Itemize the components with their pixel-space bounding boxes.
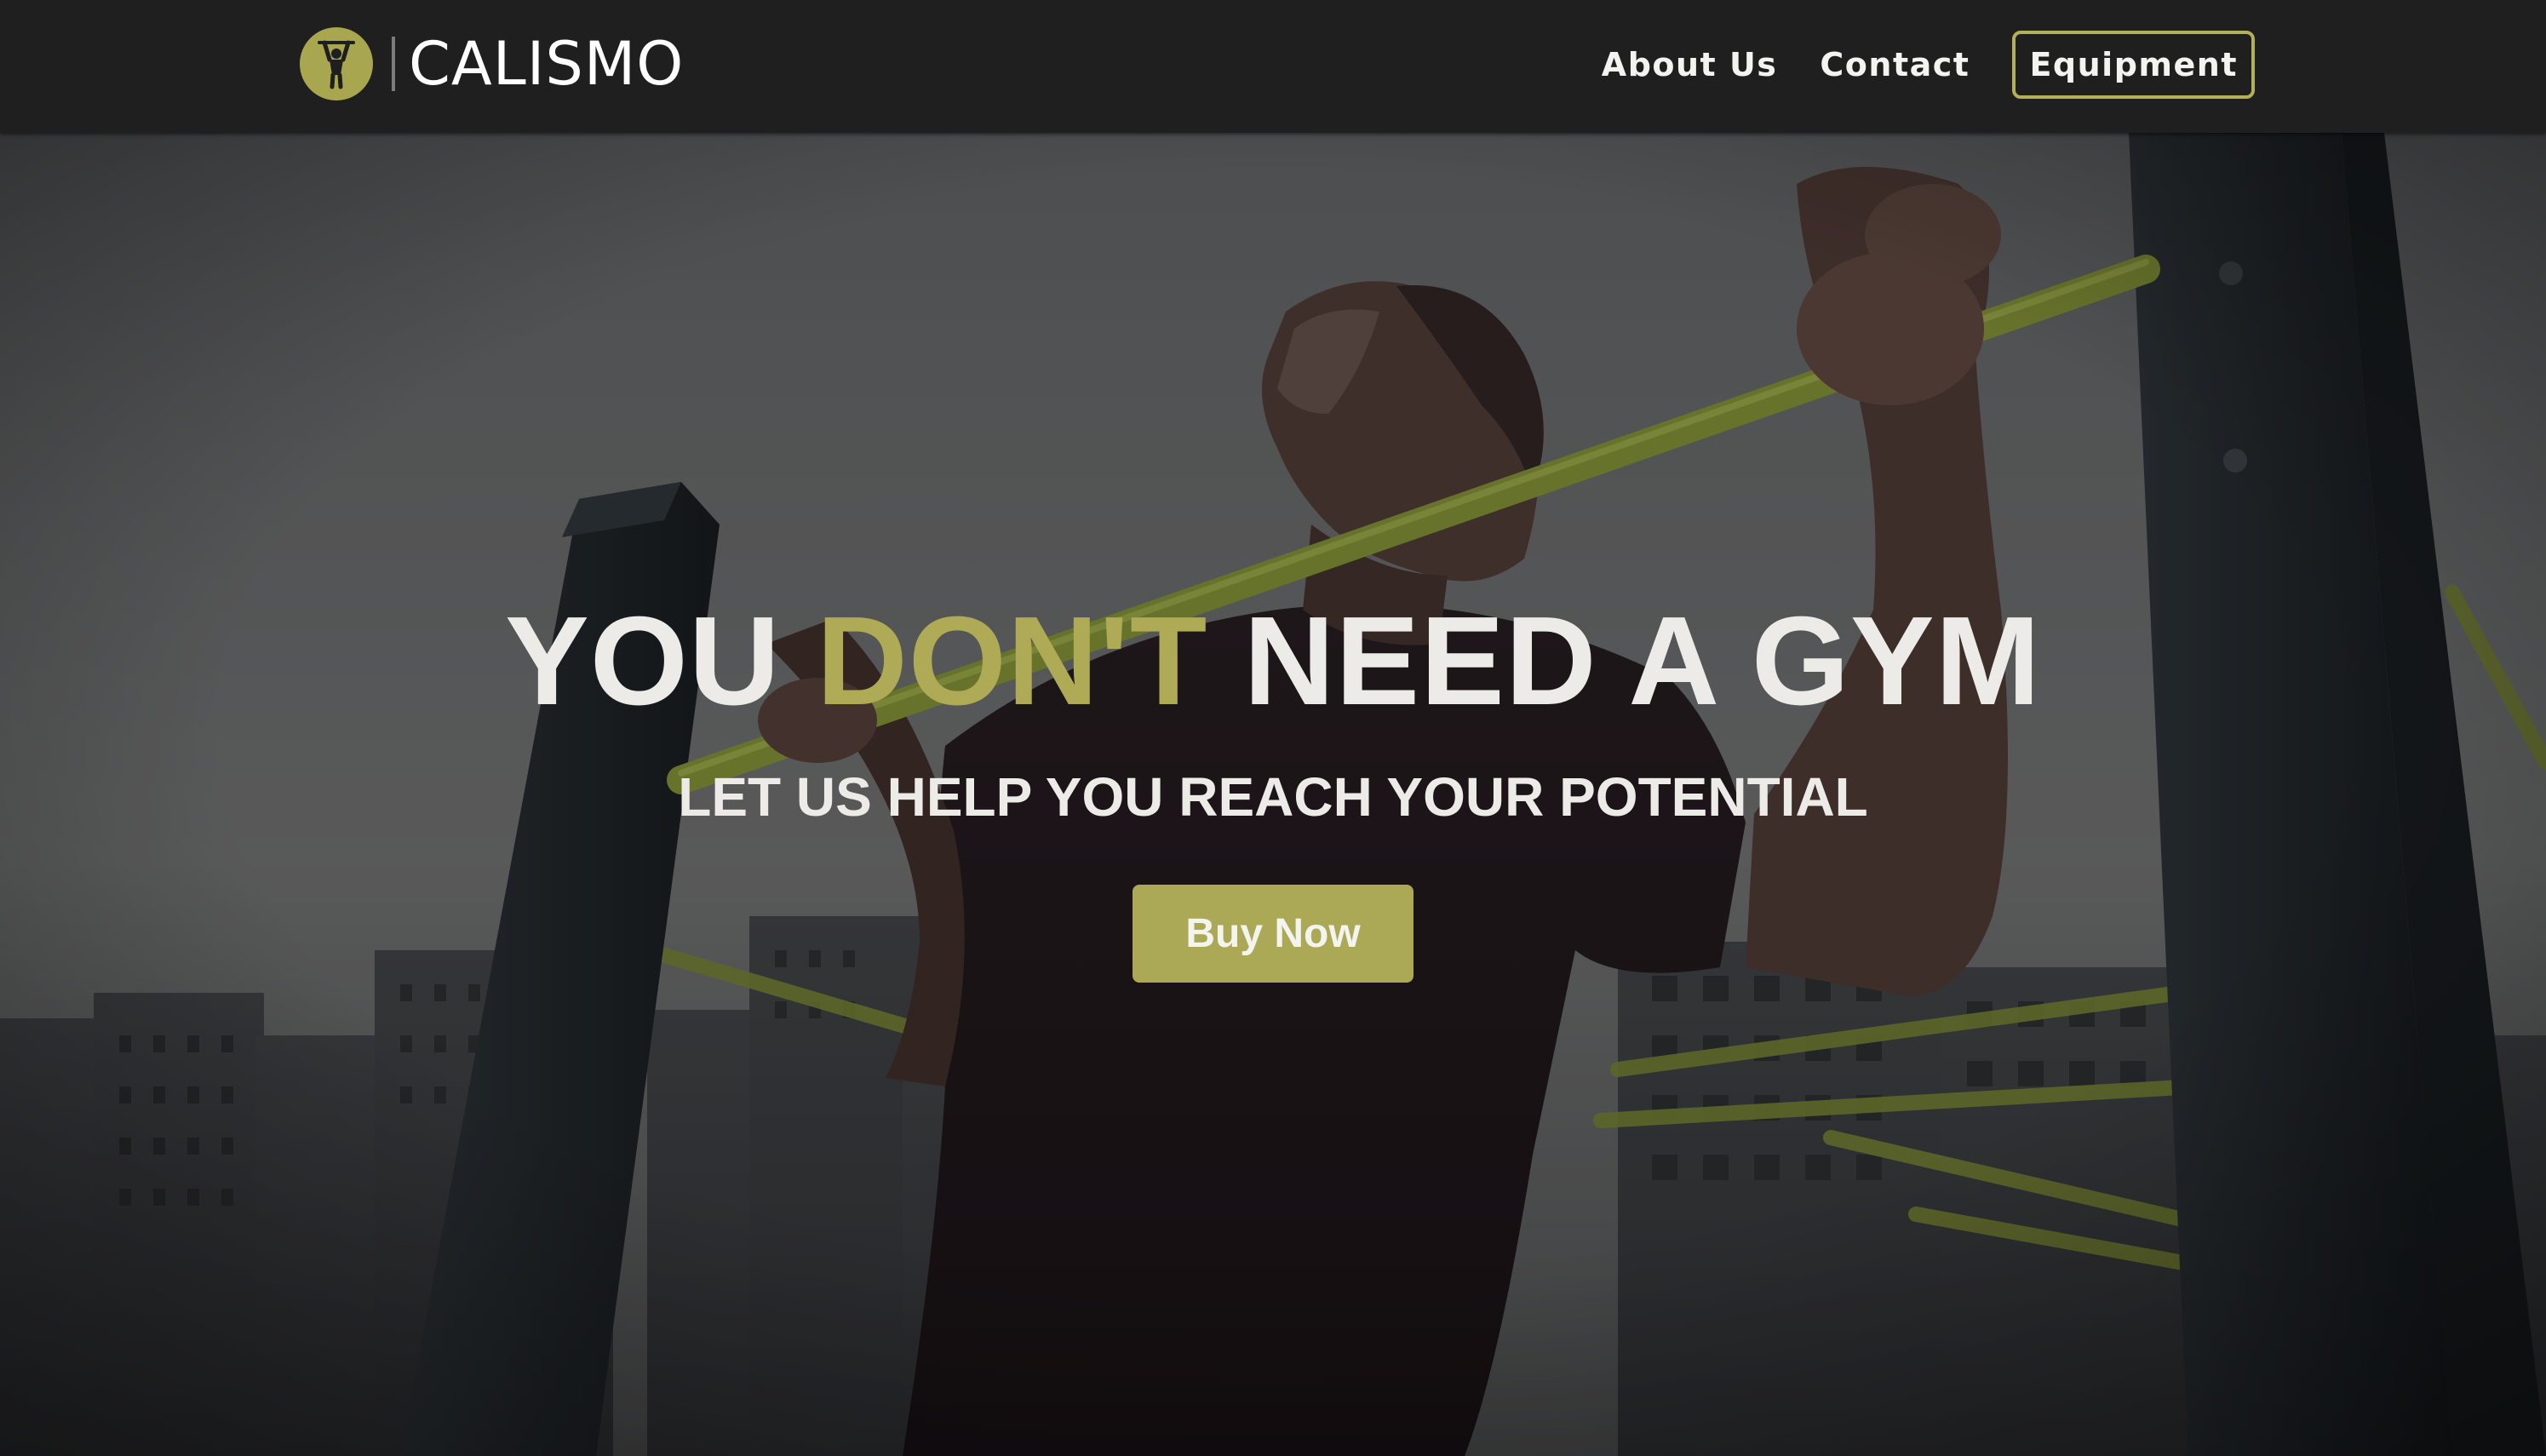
nav-link-about-us[interactable]: About Us <box>1602 39 1778 90</box>
logo-text: CALISMO <box>409 29 685 99</box>
headline-accent: DON'T <box>816 591 1208 731</box>
headline-part-1: YOU <box>505 591 817 731</box>
hero-content: YOU DON'T NEED A GYM LET US HELP YOU REA… <box>0 591 2546 983</box>
buy-now-button[interactable]: Buy Now <box>1133 884 1413 983</box>
nav-link-equipment[interactable]: Equipment <box>2012 31 2255 99</box>
hero-headline: YOU DON'T NEED A GYM <box>0 591 2546 731</box>
headline-part-2: NEED A GYM <box>1207 591 2041 731</box>
site-logo[interactable]: CALISMO <box>300 26 684 102</box>
hero-section: YOU DON'T NEED A GYM LET US HELP YOU REA… <box>0 133 2546 1456</box>
navbar: CALISMO About Us Contact Equipment <box>0 0 2546 133</box>
nav-link-contact[interactable]: Contact <box>1820 39 1970 90</box>
logo-divider <box>392 37 395 91</box>
main-nav: About Us Contact Equipment <box>1559 27 2255 102</box>
hero-subheadline: LET US HELP YOU REACH YOUR POTENTIAL <box>678 765 1868 828</box>
page: CALISMO About Us Contact Equipment YOU D… <box>0 0 2546 1456</box>
pullup-figure-icon <box>300 27 373 100</box>
